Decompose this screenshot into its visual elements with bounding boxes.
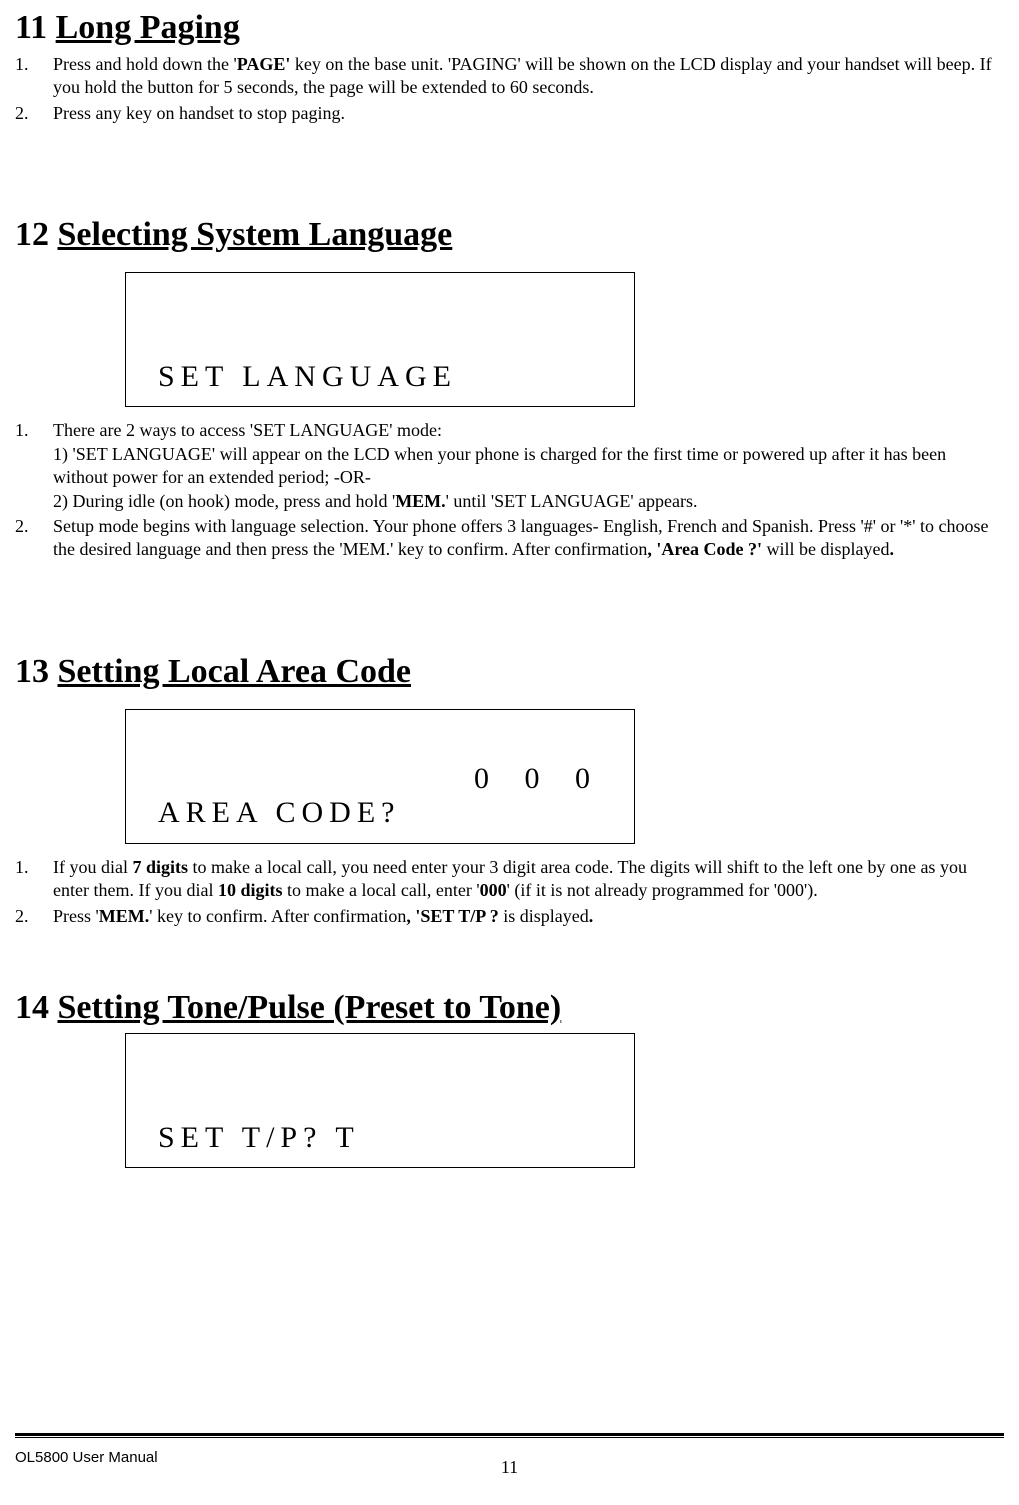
heading-11-title: Long Paging — [56, 9, 240, 46]
list-item: 2. Press 'MEM.' key to confirm. After co… — [15, 905, 1004, 928]
lcd-display-12: SET LANGUAGE — [125, 272, 635, 407]
list-item: 1. If you dial 7 digits to make a local … — [15, 856, 1004, 903]
footer-page-number: 11 — [15, 1448, 1004, 1479]
list-body: If you dial 7 digits to make a local cal… — [53, 856, 1004, 903]
lcd-text: SET T/P? T — [158, 1121, 614, 1156]
heading-11: 11 Long Paging — [15, 8, 1004, 47]
lcd-text-line1: 0 0 0 — [158, 762, 614, 797]
text: Press and hold down the ' — [53, 54, 237, 74]
heading-12-title: Selecting System Language — [58, 216, 453, 253]
heading-13: 13 Setting Local Area Code — [15, 652, 1004, 691]
list-item: 1. Press and hold down the 'PAGE' key on… — [15, 53, 1004, 100]
text-bold: MEM. — [395, 491, 445, 511]
footer-rule-thick — [15, 1433, 1004, 1436]
list-number: 1. — [15, 419, 53, 513]
section-12: 12 Selecting System Language SET LANGUAG… — [15, 215, 1004, 561]
list-body: Press and hold down the 'PAGE' key on th… — [53, 53, 1004, 100]
text-bold: , 'Area Code ?' — [647, 539, 762, 559]
list-body: Press any key on handset to stop paging. — [53, 102, 1004, 125]
list-body: There are 2 ways to access 'SET LANGUAGE… — [53, 419, 1004, 513]
list-item: 2. Press any key on handset to stop pagi… — [15, 102, 1004, 125]
text: to make a local call, enter ' — [282, 880, 479, 900]
text: 2) During idle (on hook) mode, press and… — [53, 491, 395, 511]
text-bold: . — [889, 539, 894, 559]
heading-12: 12 Selecting System Language — [15, 215, 1004, 254]
list-body: Setup mode begins with language selectio… — [53, 515, 1004, 562]
list-12: 1. There are 2 ways to access 'SET LANGU… — [15, 419, 1004, 561]
lcd-text-line2: AREA CODE? — [158, 796, 614, 831]
text: is displayed — [499, 906, 589, 926]
list-number: 1. — [15, 53, 53, 100]
footer: OL5800 User Manual 11 — [15, 1433, 1004, 1479]
heading-14-title: Setting Tone/Pulse (Preset to Tone) — [58, 989, 562, 1026]
text-bold: , 'SET T/P ? — [406, 906, 498, 926]
text-bold: PAGE' — [237, 54, 291, 74]
footer-left-text: OL5800 User Manual — [15, 1448, 158, 1468]
list-11: 1. Press and hold down the 'PAGE' key on… — [15, 53, 1004, 125]
text: There are 2 ways to access 'SET LANGUAGE… — [53, 420, 442, 440]
list-number: 2. — [15, 102, 53, 125]
text: will be displayed — [762, 539, 889, 559]
text: 1) 'SET LANGUAGE' will appear on the LCD… — [53, 444, 946, 487]
heading-13-num: 13 — [15, 652, 49, 691]
text: ' until 'SET LANGUAGE' appears. — [446, 491, 698, 511]
heading-14-num: 14 — [15, 988, 49, 1027]
footer-rule-thin — [15, 1437, 1004, 1438]
text-bold: 7 digits — [132, 857, 188, 877]
text: If you dial — [53, 857, 132, 877]
text-bold: . — [589, 906, 594, 926]
heading-14: 14 Setting Tone/Pulse (Preset to Tone) — [15, 988, 1004, 1027]
section-11: 11 Long Paging 1. Press and hold down th… — [15, 8, 1004, 125]
text-bold: MEM. — [99, 906, 149, 926]
list-body: Press 'MEM.' key to confirm. After confi… — [53, 905, 1004, 928]
text-bold: 10 digits — [218, 880, 283, 900]
list-number: 2. — [15, 515, 53, 562]
section-14: 14 Setting Tone/Pulse (Preset to Tone) S… — [15, 988, 1004, 1168]
heading-13-title: Setting Local Area Code — [58, 653, 412, 690]
lcd-display-13: 0 0 0 AREA CODE? — [125, 709, 635, 844]
heading-11-num: 11 — [15, 8, 47, 47]
heading-12-num: 12 — [15, 215, 49, 254]
text: ' (if it is not already programmed for '… — [507, 880, 818, 900]
page: 11 Long Paging 1. Press and hold down th… — [0, 8, 1019, 1505]
list-number: 1. — [15, 856, 53, 903]
list-number: 2. — [15, 905, 53, 928]
lcd-text: SET LANGUAGE — [158, 360, 614, 395]
text-bold: 000 — [480, 880, 507, 900]
list-item: 1. There are 2 ways to access 'SET LANGU… — [15, 419, 1004, 513]
section-13: 13 Setting Local Area Code 0 0 0 AREA CO… — [15, 652, 1004, 928]
lcd-display-14: SET T/P? T — [125, 1033, 635, 1168]
text: ' key to confirm. After confirmation — [149, 906, 406, 926]
list-13: 1. If you dial 7 digits to make a local … — [15, 856, 1004, 928]
footer-row: OL5800 User Manual 11 — [15, 1448, 1004, 1479]
list-item: 2. Setup mode begins with language selec… — [15, 515, 1004, 562]
text: Press ' — [53, 906, 99, 926]
